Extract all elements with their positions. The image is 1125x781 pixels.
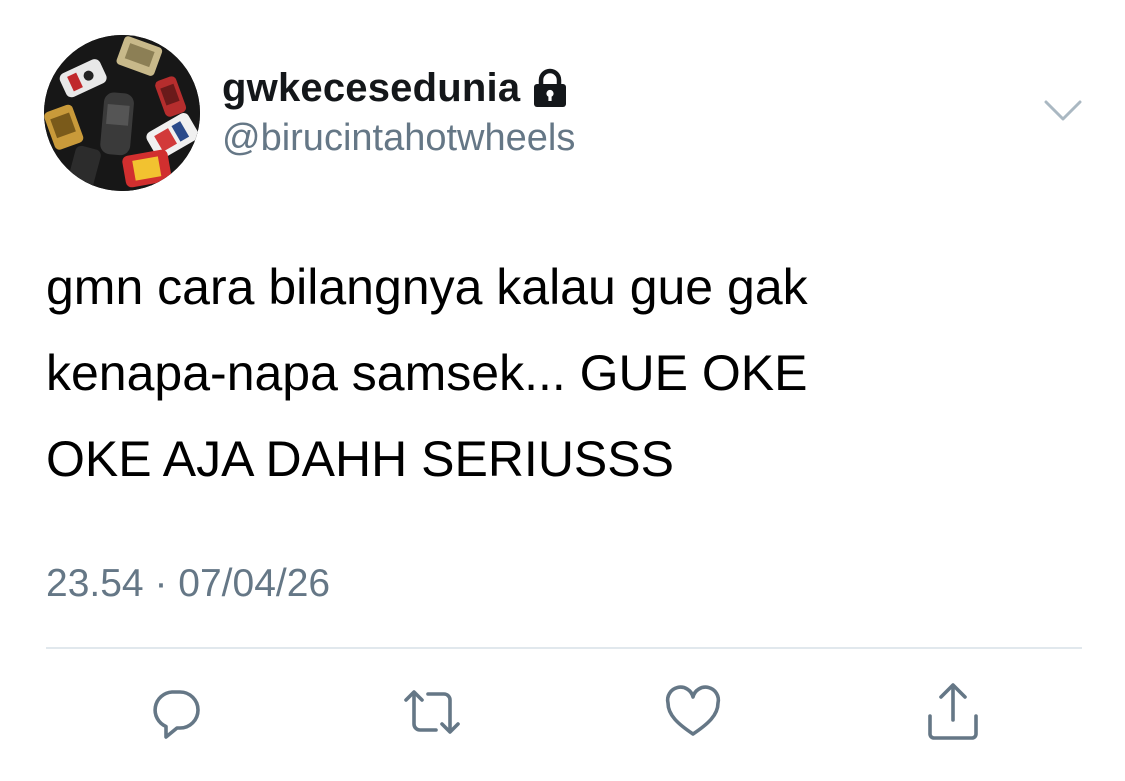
tweet-time: 23.54 bbox=[46, 562, 144, 605]
display-name[interactable]: gwkecesedunia bbox=[222, 66, 520, 111]
retweet-button[interactable] bbox=[400, 680, 464, 744]
avatar[interactable] bbox=[44, 35, 200, 191]
reply-button[interactable] bbox=[144, 680, 208, 744]
divider bbox=[46, 647, 1082, 649]
share-button[interactable] bbox=[921, 680, 985, 744]
user-handle[interactable]: @birucintahotwheels bbox=[222, 117, 575, 160]
retweet-icon bbox=[404, 690, 460, 734]
chevron-down-icon[interactable] bbox=[1044, 98, 1082, 124]
user-name-row[interactable]: gwkecesedunia bbox=[222, 62, 568, 114]
lock-icon bbox=[532, 68, 568, 108]
share-icon bbox=[928, 683, 978, 740]
heart-icon bbox=[665, 685, 721, 736]
tweet-date: 07/04/26 bbox=[178, 562, 331, 605]
tweet-text-line: kenapa-napa samsek... GUE OKE bbox=[46, 345, 808, 401]
tweet-timestamp: 23.54 · 07/04/26 bbox=[46, 562, 330, 606]
like-button[interactable] bbox=[661, 680, 725, 744]
tweet-text-line: OKE AJA DAHH SERIUSSS bbox=[46, 431, 674, 487]
avatar-image bbox=[44, 35, 200, 191]
reply-icon bbox=[153, 690, 200, 739]
tweet-text: gmn cara bilangnya kalau gue gak kenapa-… bbox=[46, 244, 1086, 502]
timestamp-separator: · bbox=[154, 562, 168, 605]
tweet-text-line: gmn cara bilangnya kalau gue gak bbox=[46, 259, 808, 315]
tweet-actions bbox=[0, 680, 1125, 744]
